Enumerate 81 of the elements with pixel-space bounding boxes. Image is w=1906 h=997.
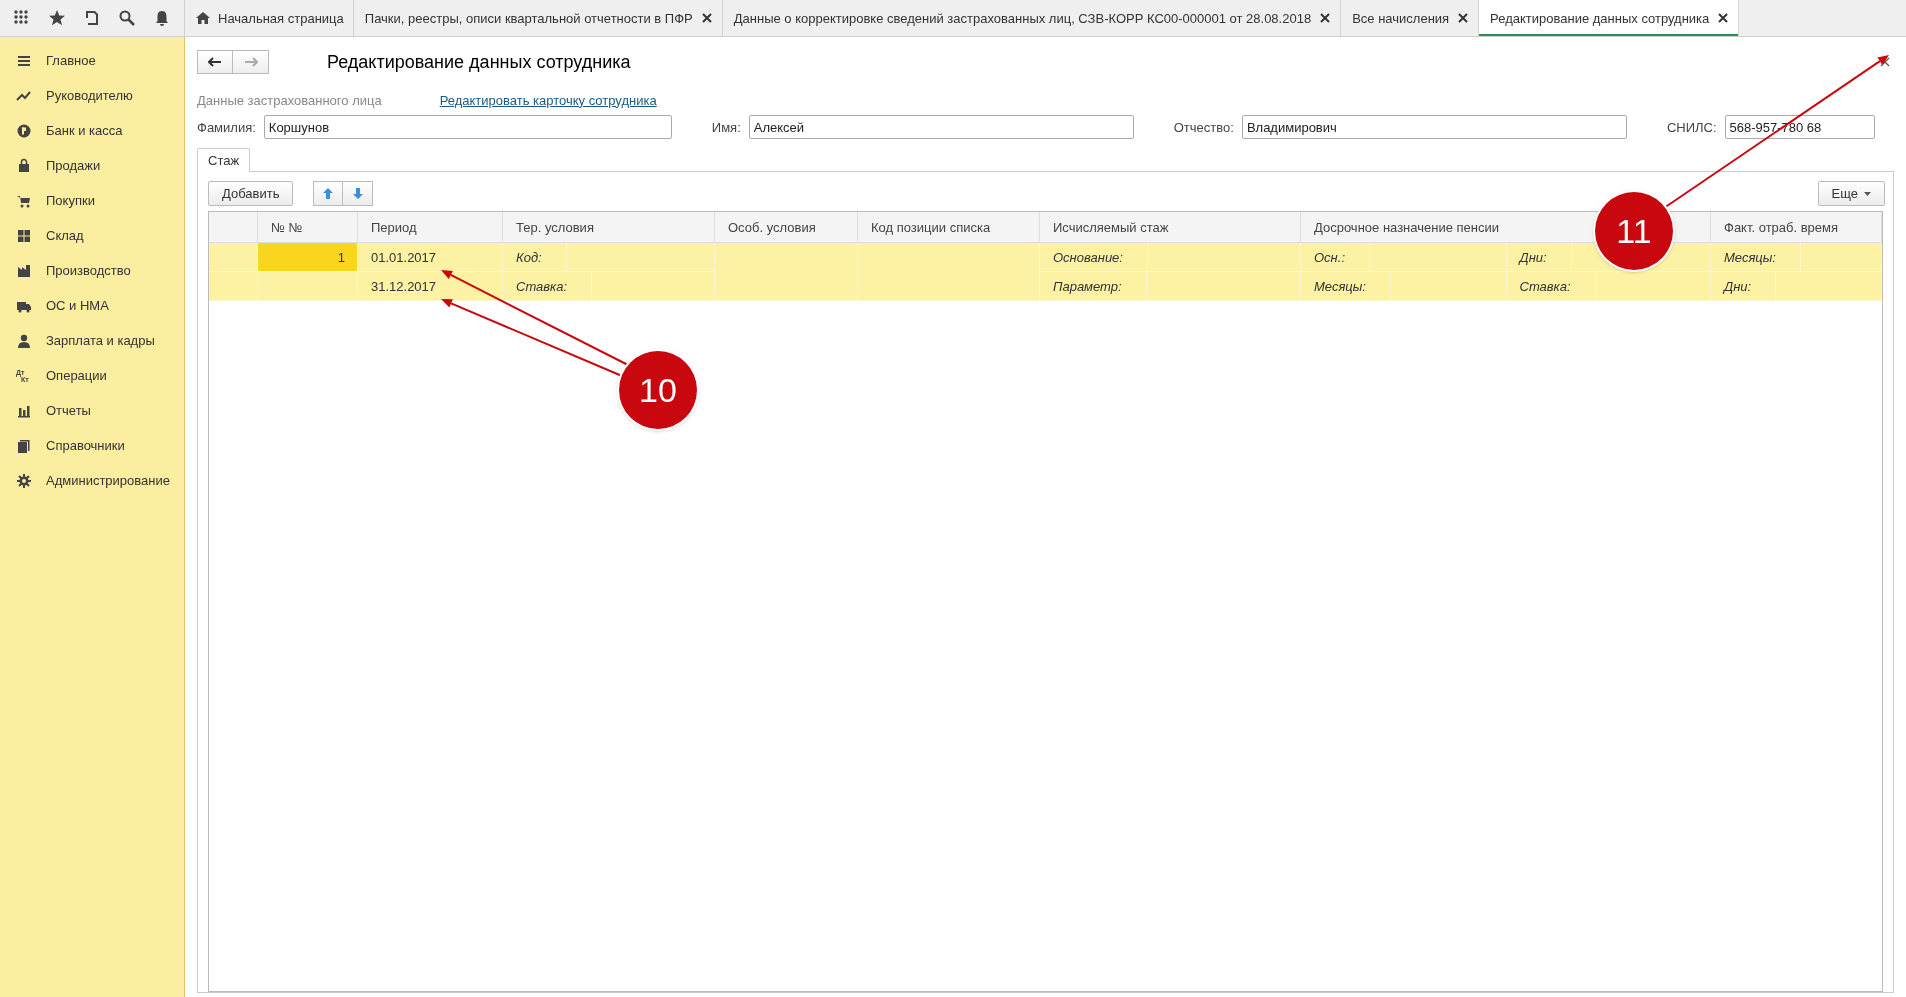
input-field[interactable]: Коршунов	[263, 115, 672, 139]
table-cell[interactable]: 1	[258, 243, 358, 272]
table-cell: Код:	[503, 243, 567, 271]
sidebar-item[interactable]: Главное	[46, 53, 96, 68]
table-cell: Основание:	[1040, 243, 1148, 271]
back-button[interactable]	[197, 50, 233, 74]
close-icon[interactable]	[1717, 12, 1730, 24]
tab[interactable]: Редактирование данных сотрудника	[1479, 0, 1740, 36]
tab[interactable]: Стаж	[197, 148, 251, 172]
caret-icon	[1864, 191, 1871, 196]
sidebar-item[interactable]: Администрирование	[46, 473, 170, 488]
callout-badge: 10	[619, 351, 697, 429]
column-header[interactable]: Период	[371, 219, 417, 235]
table-cell: Параметр:	[1040, 272, 1147, 300]
column-header[interactable]: Исчисляемый стаж	[1053, 219, 1169, 235]
factory-icon	[16, 262, 32, 279]
row-marker-cell[interactable]	[209, 243, 258, 272]
field-label: СНИЛС:	[1666, 119, 1717, 135]
person-icon	[16, 332, 32, 349]
close-icon[interactable]	[1319, 12, 1332, 24]
arrow-down-icon	[351, 187, 364, 200]
close-icon[interactable]	[700, 12, 713, 24]
sidebar-item[interactable]: Банк и касса	[46, 123, 123, 138]
field-label: Отчество:	[1173, 119, 1234, 135]
move-down-button[interactable]	[343, 181, 374, 206]
field-label: Имя:	[711, 119, 741, 135]
table-cell: Дни:	[1711, 272, 1777, 300]
input-field[interactable]: Владимирович	[1241, 115, 1627, 139]
form-title: Редактирование данных сотрудника	[327, 51, 631, 73]
table-cell: Ставка:	[1506, 272, 1596, 300]
home-icon	[196, 11, 210, 25]
star-icon[interactable]	[47, 9, 66, 27]
tab[interactable]: Пачки, реестры, описи квартальной отчетности в ПФР	[353, 0, 723, 36]
sidebar-item[interactable]: Справочники	[46, 438, 125, 453]
table-cell: Дни:	[1506, 243, 1572, 271]
close-icon[interactable]	[1457, 12, 1470, 24]
column-header[interactable]: № №	[271, 219, 303, 235]
row-marker-cell[interactable]	[209, 272, 258, 301]
callout-badge: 11	[1595, 192, 1673, 270]
arrow-up-icon	[322, 187, 335, 200]
search-icon[interactable]	[118, 9, 137, 27]
table-cell[interactable]	[715, 243, 858, 301]
table-cell[interactable]	[258, 272, 358, 301]
table-cell[interactable]: 31.12.2017	[358, 272, 503, 301]
books-icon	[16, 437, 32, 454]
sidebar-item[interactable]: Зарплата и кадры	[46, 333, 155, 348]
tab[interactable]: Начальная страница	[185, 0, 354, 36]
arrow-right-icon	[243, 57, 258, 67]
apps-icon[interactable]	[12, 9, 31, 27]
sidebar-item[interactable]: Руководителю	[46, 88, 133, 103]
sidebar-item[interactable]: ОС и НМА	[46, 298, 109, 313]
sidebar-item[interactable]: Покупки	[46, 193, 95, 208]
close-icon[interactable]	[1880, 57, 1890, 67]
settings-icon	[16, 472, 32, 489]
edit-card-link[interactable]: Редактировать карточку сотрудника	[439, 92, 657, 108]
grid-icon	[16, 227, 32, 244]
field-label: Фамилия:	[197, 119, 256, 135]
column-header[interactable]: Досрочное назначение пенсии	[1314, 219, 1499, 235]
sidebar-item[interactable]: Операции	[46, 368, 107, 383]
sidebar-item[interactable]: Продажи	[46, 158, 101, 173]
arrow-left-icon	[208, 57, 222, 67]
sidebar-item[interactable]: Производство	[46, 263, 131, 278]
section-label: Данные застрахованного лица	[197, 92, 382, 108]
column-header[interactable]: Код позиции списка	[871, 219, 991, 235]
table-cell[interactable]: 01.01.2017	[358, 243, 503, 272]
move-up-button[interactable]	[313, 181, 344, 206]
coin-icon	[16, 122, 32, 139]
table-cell: Месяцы:	[1711, 243, 1801, 271]
column-header[interactable]: Особ. условия	[728, 219, 816, 235]
sidebar-item[interactable]: Склад	[46, 228, 84, 243]
table-cell: Месяцы:	[1301, 272, 1391, 300]
table-cell[interactable]	[858, 243, 1040, 301]
table-cell: Осн.:	[1301, 243, 1370, 271]
more-button[interactable]: Еще	[1817, 181, 1885, 206]
column-header[interactable]: Факт. отраб. время	[1724, 219, 1839, 235]
table-cell: Ставка:	[503, 272, 593, 300]
input-field[interactable]: Алексей	[748, 115, 1134, 139]
tab[interactable]: Данные о корректировке сведений застрахованных лиц, СЗВ-КОРР КС00-000001 от 28.08.2018	[722, 0, 1342, 36]
add-button[interactable]: Добавить	[208, 181, 294, 206]
sidebar-item[interactable]: Отчеты	[46, 403, 91, 418]
column-header[interactable]: Тер. условия	[516, 219, 594, 235]
